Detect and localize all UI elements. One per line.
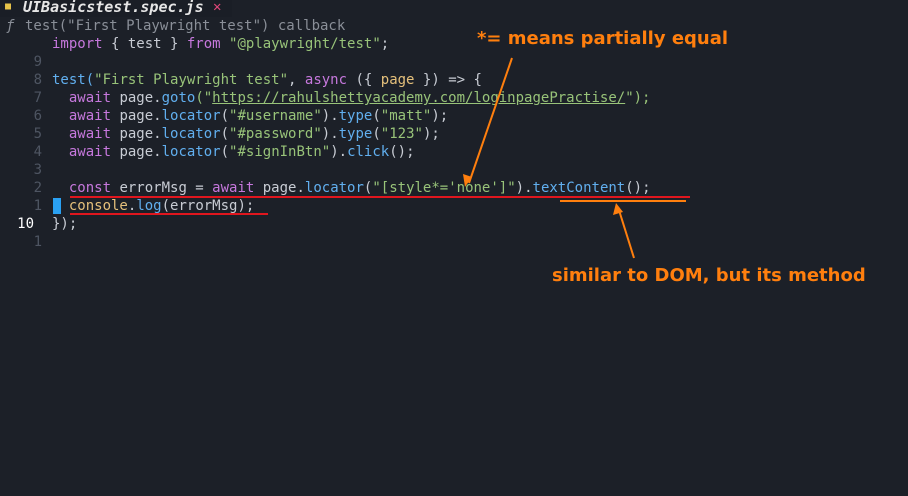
token: textContent <box>532 180 626 196</box>
line-content: await page.goto("https://rahulshettyacad… <box>52 89 651 107</box>
token: goto <box>161 90 196 106</box>
token: locator <box>161 126 221 142</box>
code-line[interactable]: 9 import { test } from "@playwright/test… <box>0 35 908 70</box>
token: "First Playwright test" <box>94 72 289 88</box>
code-line[interactable]: 6 await page.goto("https://rahulshettyac… <box>0 89 908 124</box>
close-icon[interactable]: ✕ <box>213 0 221 16</box>
token: ). <box>515 180 533 196</box>
code-line[interactable]: 2 <box>0 161 908 196</box>
token: await <box>68 126 112 142</box>
token: , <box>288 72 305 88</box>
token: }); <box>52 216 78 232</box>
token: page. <box>254 180 305 196</box>
token: const <box>68 180 112 196</box>
token: await <box>68 90 112 106</box>
line-number: 1 <box>33 234 42 250</box>
line-content: const errorMsg = await page.locator("[st… <box>52 179 651 197</box>
token: ). <box>330 144 348 160</box>
token: "#username" <box>229 108 322 124</box>
token: (); <box>625 180 651 196</box>
breadcrumb[interactable]: ƒ test("First Playwright test") callback <box>0 17 908 35</box>
token: await <box>212 180 255 196</box>
token: ; <box>380 36 390 52</box>
token: log <box>136 198 162 214</box>
file-tab[interactable]: ■ UIBasicstest.spec.js ✕ <box>0 0 232 17</box>
token: click <box>347 144 390 160</box>
token: (" <box>195 90 213 106</box>
token: type <box>338 108 373 124</box>
token: "); <box>625 90 651 106</box>
token: await <box>68 108 112 124</box>
code-line[interactable]: 4 await page.locator("#password").type("… <box>0 125 908 160</box>
token: "#password" <box>229 126 322 142</box>
token: "#signInBtn" <box>229 144 331 160</box>
token: console <box>68 198 128 214</box>
line-content: await page.locator("#password").type("12… <box>52 125 440 143</box>
lock-icon: ■ <box>5 1 12 12</box>
token: errorMsg = <box>111 180 213 196</box>
token: ); <box>422 126 440 142</box>
function-icon: ƒ <box>6 18 15 34</box>
token: { test } <box>102 36 187 52</box>
token: page. <box>111 108 162 124</box>
line-content: console.log(errorMsg); <box>52 197 254 215</box>
annotation-partially-equal: *= means partially equal <box>477 28 729 49</box>
token: ( <box>372 108 381 124</box>
token: locator <box>161 144 221 160</box>
token: async <box>304 72 348 88</box>
line-content: await page.locator("#username").type("ma… <box>52 107 448 125</box>
token: }) => { <box>414 72 482 88</box>
token: ). <box>321 108 339 124</box>
token: page. <box>111 126 162 142</box>
code-line[interactable]: 7 test("First Playwright test", async ({… <box>0 71 908 106</box>
token: await <box>68 144 112 160</box>
code-line[interactable]: 3 await page.locator("#signInBtn").click… <box>0 143 908 178</box>
token: ( <box>220 108 230 124</box>
token: locator <box>304 180 364 196</box>
code-line[interactable]: 5 await page.locator("#username").type("… <box>0 107 908 142</box>
line-content: test("First Playwright test", async ({ p… <box>52 71 482 89</box>
code-line[interactable]: 8 <box>0 53 908 88</box>
token: page <box>380 72 415 88</box>
token: from <box>186 36 221 52</box>
code-line-current[interactable]: 10 console.log(errorMsg); <box>0 197 908 232</box>
url-link[interactable]: https://rahulshettyacademy.com/loginpage… <box>212 90 625 106</box>
token: ({ <box>347 72 381 88</box>
token: "@playwright/test" <box>229 36 381 52</box>
token: ); <box>431 108 449 124</box>
token: (errorMsg); <box>161 198 255 214</box>
code-line[interactable]: 1 const errorMsg = await page.locator("[… <box>0 179 908 214</box>
token: locator <box>161 108 221 124</box>
token: (); <box>389 144 415 160</box>
line-content: import { test } from "@playwright/test"; <box>52 35 389 53</box>
line-content: await page.locator("#signInBtn").click()… <box>52 143 415 161</box>
token: ( <box>372 126 381 142</box>
token: page. <box>111 144 162 160</box>
token: ). <box>321 126 339 142</box>
token: test( <box>52 72 95 88</box>
tab-title: UIBasicstest.spec.js <box>23 0 204 16</box>
token: "[style*='none']" <box>372 180 516 196</box>
annotation-dom-method: similar to DOM, but its method <box>552 265 866 286</box>
code-line[interactable]: 1 }); <box>0 215 908 250</box>
token: "123" <box>380 126 423 142</box>
token: ( <box>220 144 230 160</box>
line-content: }); <box>52 215 77 233</box>
token: page. <box>111 90 162 106</box>
token: type <box>338 126 373 142</box>
token: import <box>52 36 103 52</box>
token: "matt" <box>380 108 432 124</box>
tab-bar: ■ UIBasicstest.spec.js ✕ <box>0 0 908 17</box>
token: ( <box>220 126 230 142</box>
breadcrumb-label: test("First Playwright test") callback <box>25 18 346 34</box>
